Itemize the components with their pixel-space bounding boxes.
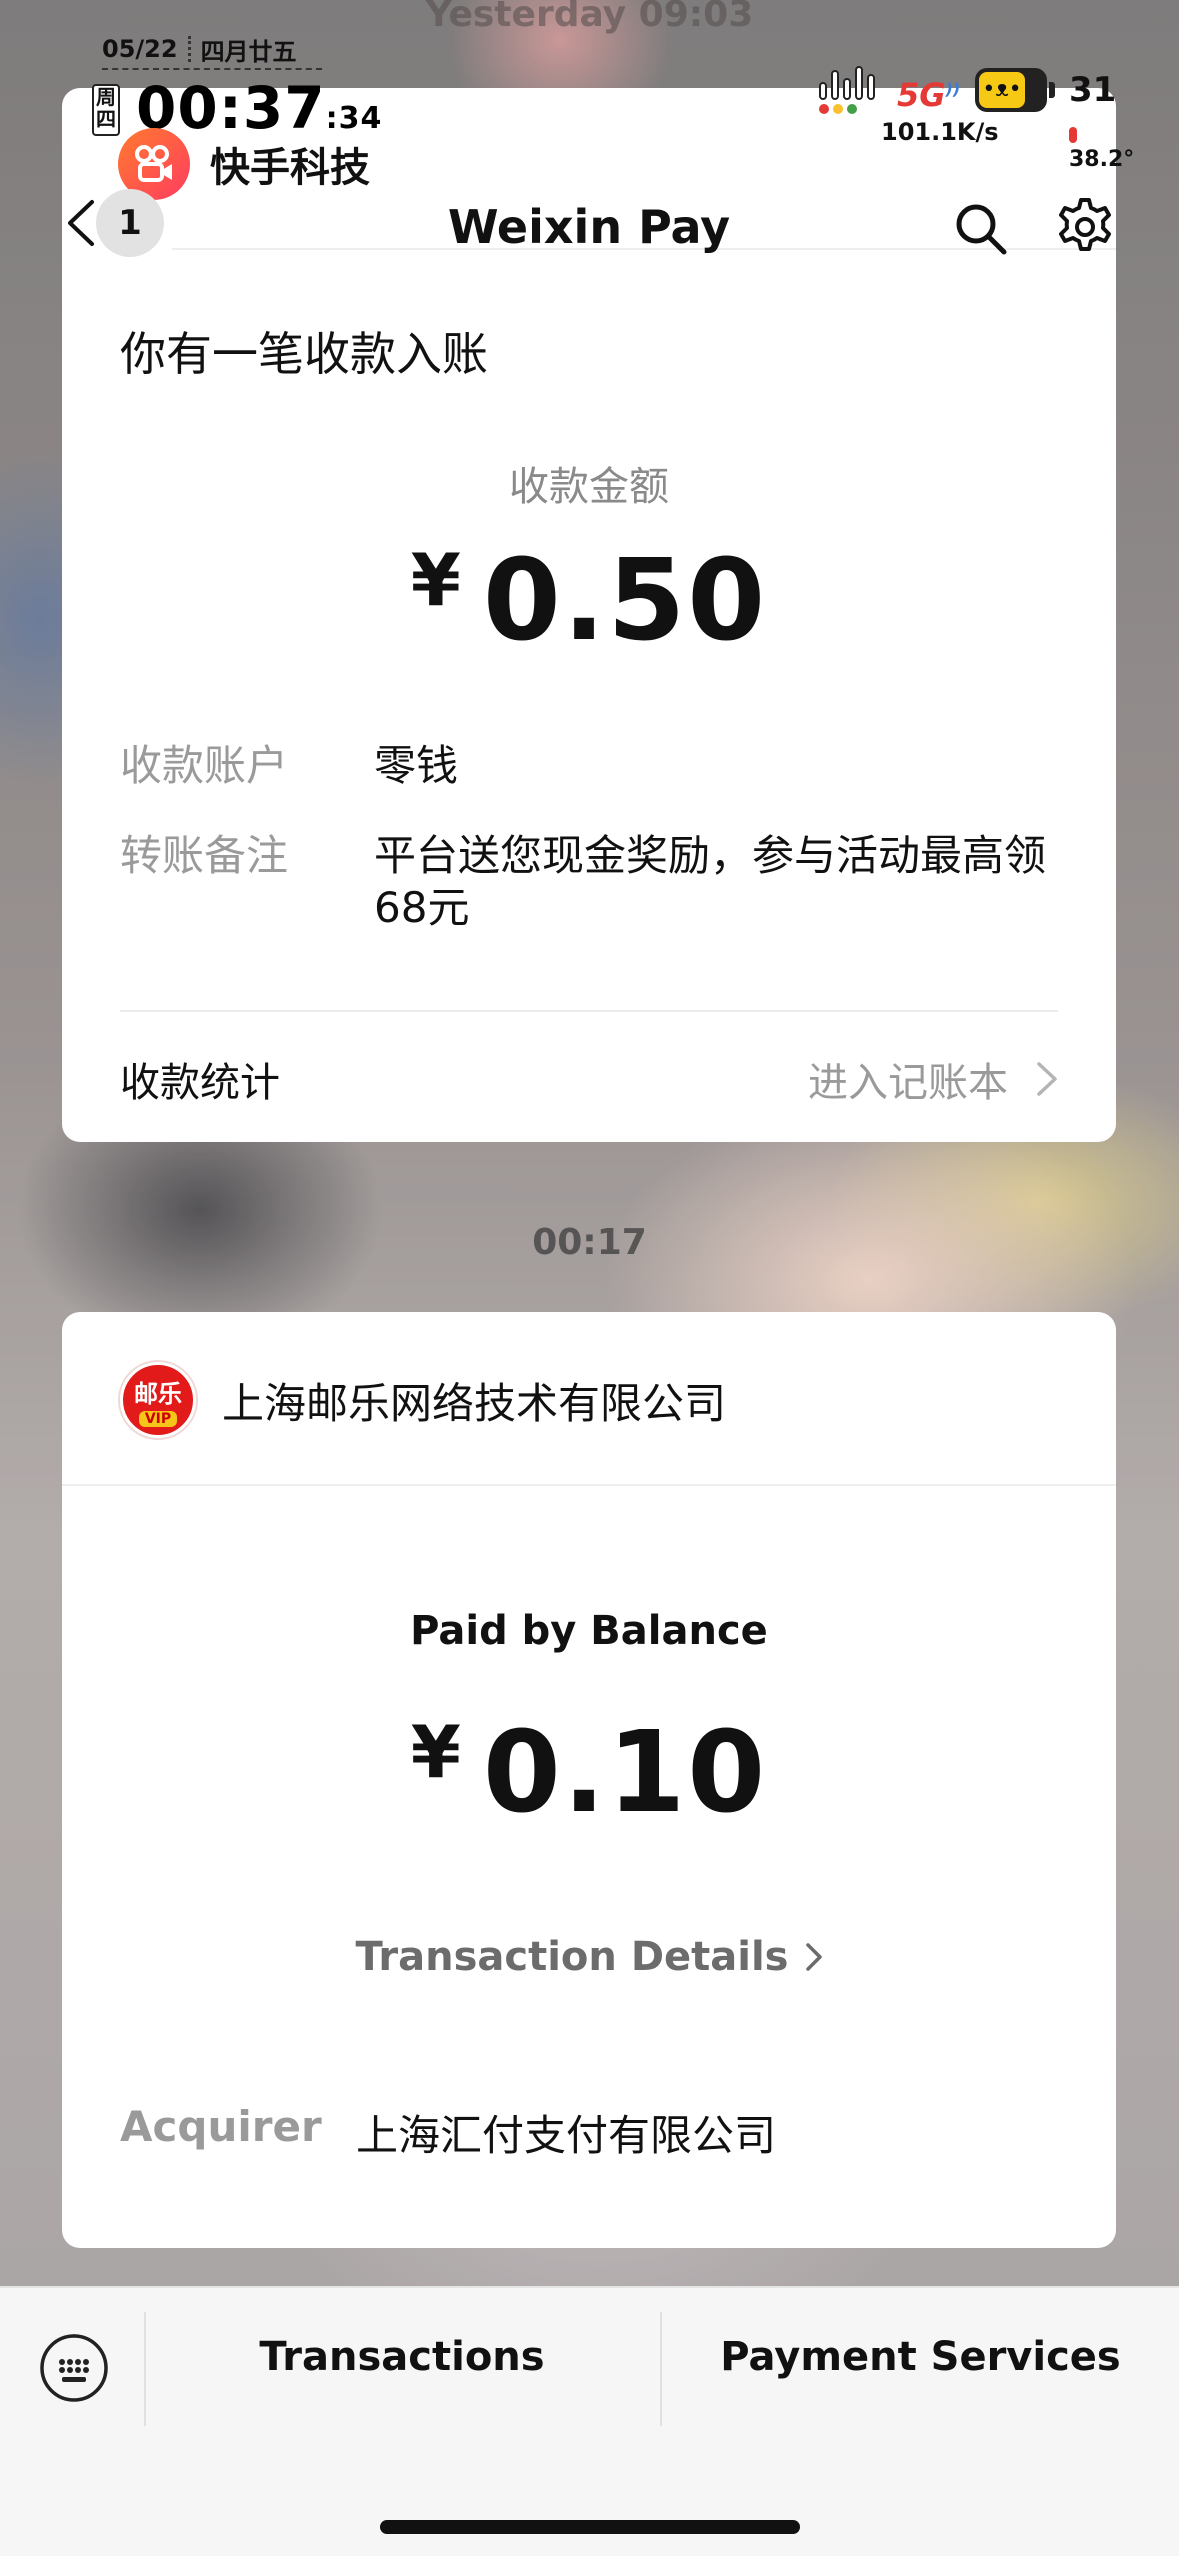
transaction-details-link[interactable]: Transaction Details	[62, 1934, 1116, 1980]
net-speed: 101.1K/s	[881, 118, 999, 146]
currency-symbol: ¥	[410, 538, 463, 622]
acquirer-label: Acquirer	[120, 2102, 322, 2151]
stats-row[interactable]: 收款统计 进入记账本	[120, 1050, 1058, 1108]
amount-label: 收款金额	[509, 464, 669, 510]
acquirer-row: Acquirer 上海汇付支付有限公司	[120, 2102, 776, 2163]
network-type: 5G))	[897, 76, 960, 114]
payment-method-label: Paid by Balance	[410, 1608, 768, 1654]
merchant-logo: 邮乐 VIP	[120, 1362, 196, 1438]
date-text: 05/22	[102, 35, 178, 63]
message-timestamp: 00:17	[532, 1222, 647, 1263]
receipt-amount: ¥0.50	[62, 536, 1116, 666]
merchant-name: 上海邮乐网络技术有限公司	[222, 1378, 727, 1428]
acquirer-value: 上海汇付支付有限公司	[356, 2111, 777, 2160]
account-label: 收款账户	[120, 741, 289, 790]
amount-value: 0.10	[482, 1708, 768, 1838]
payment-card[interactable]: 邮乐 VIP 上海邮乐网络技术有限公司 Paid by Balance ¥0.1…	[62, 1312, 1116, 2248]
home-indicator[interactable]	[380, 2520, 800, 2534]
chevron-right-icon	[1037, 1062, 1057, 1096]
status-date: 05/22 四月廿五	[102, 30, 322, 70]
signal-icon	[819, 64, 877, 114]
menu-transactions[interactable]: Transactions	[144, 2334, 660, 2380]
merchant-header[interactable]: 邮乐 VIP 上海邮乐网络技术有限公司	[120, 1362, 726, 1438]
search-icon[interactable]	[952, 200, 1008, 256]
account-value: 零钱	[374, 741, 459, 790]
bottom-menu-bar: Transactions Payment Services	[0, 2286, 1179, 2556]
network-type-label: 5G	[897, 76, 946, 114]
menu-payment-services[interactable]: Payment Services	[662, 2334, 1179, 2380]
note-row: 转账备注 平台送您现金奖励，参与活动最高领68元	[120, 830, 1058, 934]
keyboard-icon[interactable]	[38, 2332, 110, 2404]
ledger-link[interactable]: 进入记账本	[808, 1050, 1058, 1108]
merchant-divider	[62, 1484, 1116, 1486]
stats-divider	[120, 1010, 1058, 1012]
payment-amount: ¥0.10	[62, 1708, 1116, 1838]
gear-icon[interactable]	[1054, 196, 1116, 258]
chevron-right-icon	[805, 1943, 822, 1971]
note-value: 平台送您现金奖励，参与活动最高领68元	[374, 831, 1047, 932]
currency-symbol: ¥	[410, 1710, 463, 1794]
receipt-title: 你有一笔收款入账	[120, 327, 488, 381]
nav-header: 1 Weixin Pay	[62, 180, 1116, 257]
note-label: 转账备注	[120, 831, 289, 880]
status-indicators: 5G)) •ᴥ• 31 101.1K/s 38.2°	[819, 64, 1139, 172]
merchant-logo-text: 邮乐	[134, 1379, 182, 1408]
battery-icon: •ᴥ•	[975, 68, 1055, 112]
battery-level: 31	[1069, 70, 1117, 110]
temperature: 38.2°	[1069, 122, 1139, 172]
date-separator	[187, 36, 191, 62]
weekday-badge: 周四	[92, 84, 120, 136]
account-row: 收款账户 零钱	[120, 740, 1058, 792]
amount-value: 0.50	[482, 536, 768, 666]
stats-label: 收款统计	[120, 1060, 280, 1106]
battery-face-icon: •ᴥ•	[979, 72, 1025, 108]
transaction-details-label: Transaction Details	[355, 1934, 789, 1980]
ledger-link-label: 进入记账本	[808, 1060, 1008, 1106]
wifi-arcs-icon: ))	[945, 79, 961, 99]
merchant-logo-badge: VIP	[138, 1410, 178, 1427]
lunar-date-text: 四月廿五	[200, 37, 297, 66]
